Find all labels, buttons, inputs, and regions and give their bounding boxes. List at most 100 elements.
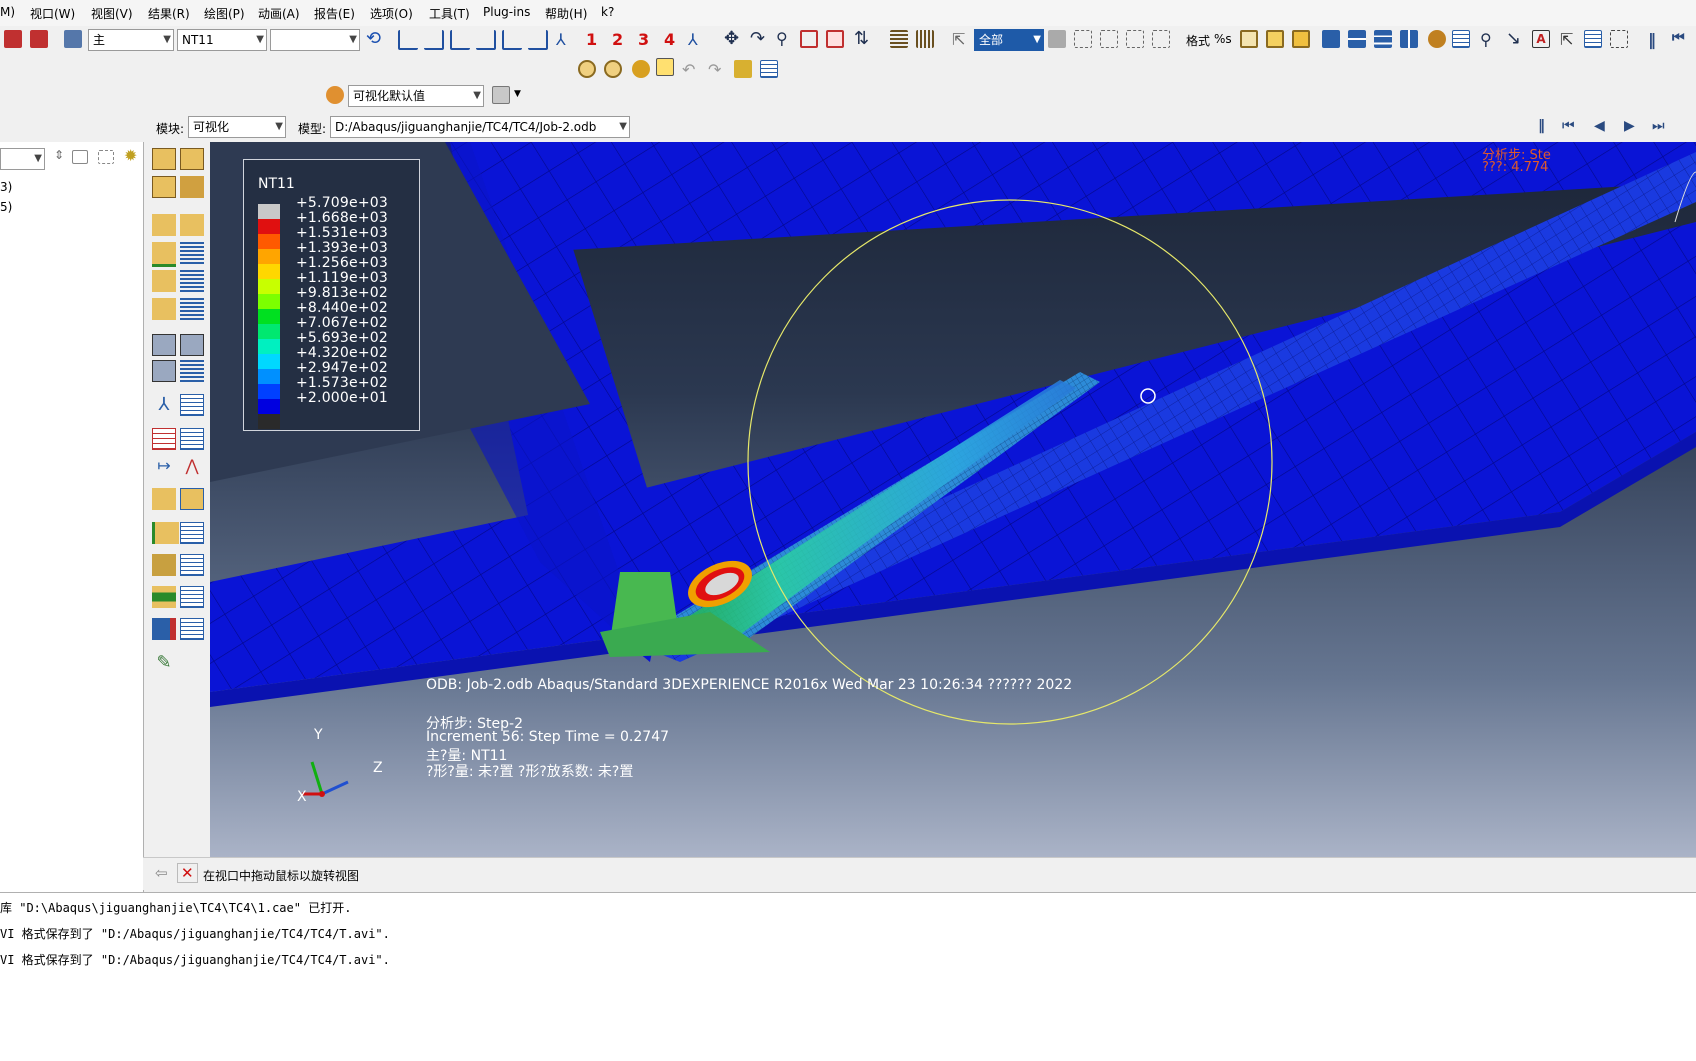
zoom-icon[interactable]: ⚲ — [776, 30, 794, 48]
animate-harmonic-icon[interactable] — [180, 334, 204, 356]
view-manager-icon[interactable] — [492, 86, 510, 104]
animation-prev-icon[interactable]: ◀ — [1594, 118, 1605, 134]
message-area[interactable]: 库 "D:\Abaqus\jiguanghanjie\TC4\TC4\1.cae… — [0, 892, 1696, 1061]
contour-legend[interactable]: NT11 +5.709e+03 +1.668e+03 +1.531e+03 +1.39… — [243, 159, 420, 431]
probe-values-icon[interactable] — [1610, 30, 1628, 48]
box-select-icon[interactable] — [1074, 30, 1092, 48]
cycle-views-icon[interactable]: ⇅ — [854, 30, 872, 48]
menu-item-plot[interactable]: 绘图(P) — [204, 5, 245, 22]
view-cut-manager-icon[interactable] — [180, 488, 204, 510]
field-output-combo[interactable]: NT11 ▼ — [177, 29, 267, 51]
xy-data-manager-icon[interactable] — [180, 428, 204, 450]
overlay-plot-icon[interactable] — [152, 270, 176, 292]
refresh-icon[interactable]: ⟲ — [366, 30, 384, 48]
overlay-icon[interactable] — [604, 60, 622, 78]
menu-item-view[interactable]: 视图(V) — [91, 5, 133, 22]
model-combo[interactable]: D:/Abaqus/jiguanghanjie/TC4/TC4/Job-2.od… — [330, 116, 630, 138]
plot-symbols-icon[interactable] — [180, 176, 204, 198]
primary-variable-combo[interactable]: 主 ▼ — [88, 29, 174, 51]
free-body-icon[interactable] — [152, 554, 176, 576]
stream-manager-icon[interactable] — [180, 586, 204, 608]
field-report-icon[interactable] — [1584, 30, 1602, 48]
arrow-annotation-icon[interactable]: ↘ — [1506, 30, 1524, 48]
table-icon[interactable] — [1452, 30, 1470, 48]
pan-icon[interactable]: ✥ — [724, 30, 742, 48]
tile-split-icon[interactable] — [1348, 30, 1366, 48]
tree-folder-icon[interactable] — [72, 150, 88, 164]
animation-options-icon[interactable] — [180, 360, 204, 382]
tree-item[interactable]: 3) — [0, 180, 12, 194]
contour-options-icon[interactable] — [152, 214, 176, 236]
view-z-plus-icon[interactable] — [502, 30, 522, 50]
allow-multiple-plots-icon[interactable] — [152, 298, 176, 320]
tree-filter-combo[interactable]: ▼ — [0, 148, 45, 170]
user-view-3-button[interactable]: 3 — [638, 30, 649, 49]
format-label[interactable]: 格式 — [1186, 32, 1210, 49]
menu-item-report[interactable]: 报告(E) — [314, 5, 355, 22]
stream-icon[interactable] — [152, 586, 176, 608]
viewport[interactable]: 分析步: Ste ???: 4.774 ODB: Job-2.odb Abaqu… — [210, 142, 1696, 857]
viewport-options-icon[interactable] — [180, 298, 204, 320]
animation-first-icon[interactable]: ⏮ — [1562, 118, 1575, 134]
solid-cube-icon[interactable] — [1292, 30, 1310, 48]
rotate-icon[interactable]: ↷ — [750, 30, 768, 48]
animation-pause-icon[interactable]: ‖ — [1538, 118, 1545, 134]
text-annotation-icon[interactable]: A — [1532, 30, 1550, 48]
plot-undeformed-icon[interactable] — [152, 148, 176, 170]
user-view-1-button[interactable]: 1 — [586, 30, 597, 49]
tree-sort-icon[interactable]: ⇕ — [54, 148, 64, 162]
sphere-icon[interactable] — [632, 60, 650, 78]
active-steps-icon[interactable] — [152, 618, 176, 640]
active-tool-icon[interactable] — [656, 58, 674, 76]
auto-fit-icon[interactable] — [826, 30, 844, 48]
query-tool-icon[interactable]: ✎ — [152, 652, 176, 674]
tree-item[interactable]: 5) — [0, 200, 12, 214]
list-icon[interactable] — [760, 60, 778, 78]
query-icon[interactable]: ⚲ — [1480, 30, 1498, 49]
view-y-minus-icon[interactable] — [476, 30, 496, 50]
xy-plot-icon[interactable]: ⋀ — [180, 456, 204, 478]
csys-icon[interactable]: ⅄ — [152, 394, 176, 416]
view-x-minus-icon[interactable] — [424, 30, 444, 50]
symbol-options-icon[interactable] — [180, 214, 204, 236]
plot-contours-icon[interactable] — [152, 176, 176, 198]
tile-horizontal-icon[interactable] — [1322, 30, 1340, 48]
superimpose-icon[interactable] — [578, 60, 596, 78]
view-z-minus-icon[interactable] — [528, 30, 548, 50]
display-group-icon[interactable] — [1152, 30, 1170, 48]
axes-icon[interactable]: ⅄ — [688, 30, 706, 49]
module-combo[interactable]: 可视化 ▼ — [188, 116, 286, 138]
menu-item-plugins[interactable]: Plug-ins — [483, 5, 530, 19]
menu-item-viewport[interactable]: 视口(W) — [30, 5, 75, 22]
context-help-icon[interactable]: k? — [601, 5, 614, 19]
lighting-icon[interactable] — [1428, 30, 1446, 48]
view-x-plus-icon[interactable] — [398, 30, 418, 50]
view-cut-icon[interactable] — [152, 488, 176, 510]
prompt-back-icon[interactable]: ⇦ — [155, 864, 168, 882]
tree-highlight-icon[interactable]: ✹ — [124, 146, 137, 165]
viewport-layout-icon[interactable] — [64, 30, 82, 48]
menu-item-animate[interactable]: 动画(A) — [258, 5, 300, 22]
material-orientation-icon[interactable] — [152, 242, 176, 267]
visualization-defaults-combo[interactable]: 可视化默认值 ▼ — [348, 85, 484, 107]
object-icon[interactable] — [734, 60, 752, 78]
menu-item-tools[interactable]: 工具(T) — [429, 5, 470, 22]
box-zoom-icon[interactable] — [800, 30, 818, 48]
select-arrow-icon[interactable]: ⇱ — [952, 30, 970, 49]
animate-time-icon[interactable] — [152, 360, 176, 382]
iso-view-icon[interactable]: ⅄ — [556, 30, 574, 49]
replace-selected-icon[interactable] — [1048, 30, 1066, 48]
filled-cube-icon[interactable] — [1266, 30, 1284, 48]
pick-icon[interactable]: ⇱ — [1560, 30, 1578, 49]
show-all-icon[interactable] — [1126, 30, 1144, 48]
open-database-icon[interactable] — [4, 30, 22, 48]
component-combo[interactable]: ▼ — [270, 29, 360, 51]
tile-vertical-icon[interactable] — [1400, 30, 1418, 48]
user-view-2-button[interactable]: 2 — [612, 30, 623, 49]
display-group-create-icon[interactable] — [152, 522, 179, 544]
shaded-cube-icon[interactable] — [1240, 30, 1258, 48]
superimpose-options-icon[interactable] — [180, 270, 204, 292]
step-manager-icon[interactable] — [180, 618, 204, 640]
xy-data-icon[interactable] — [152, 428, 176, 450]
mesh-edges-icon[interactable] — [916, 30, 934, 48]
